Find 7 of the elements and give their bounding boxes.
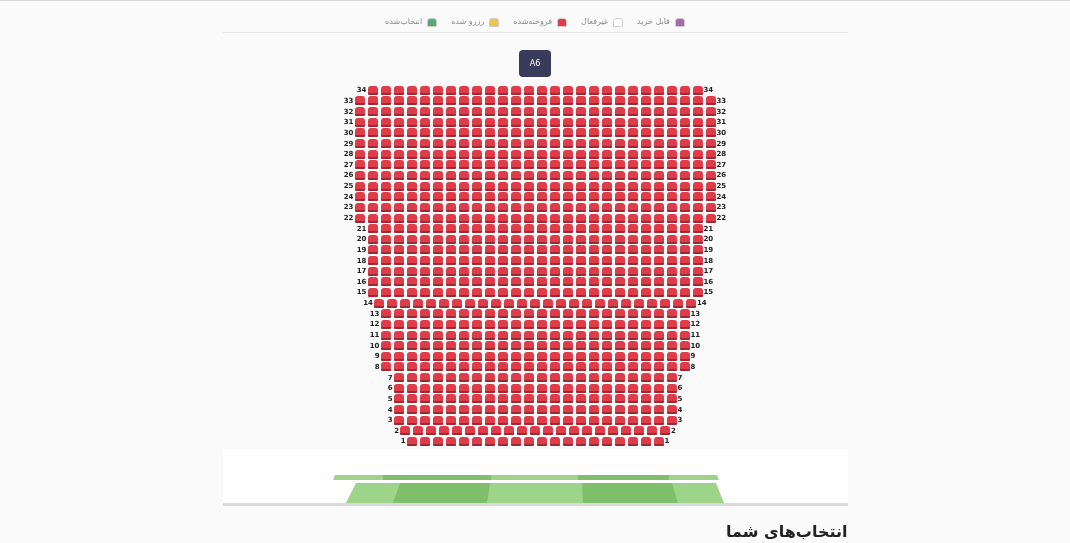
legend-label: غیرفعال bbox=[581, 16, 609, 28]
legend-label: فروخته‌شده bbox=[513, 16, 553, 28]
legend-label: قابل خرید bbox=[637, 16, 670, 28]
legend-label: انتخاب‌شده bbox=[385, 16, 423, 28]
legend-label: رزرو شده bbox=[451, 16, 485, 28]
section-button[interactable]: A6 bbox=[519, 50, 551, 77]
section-heading: انتخاب‌های شما bbox=[725, 521, 848, 542]
